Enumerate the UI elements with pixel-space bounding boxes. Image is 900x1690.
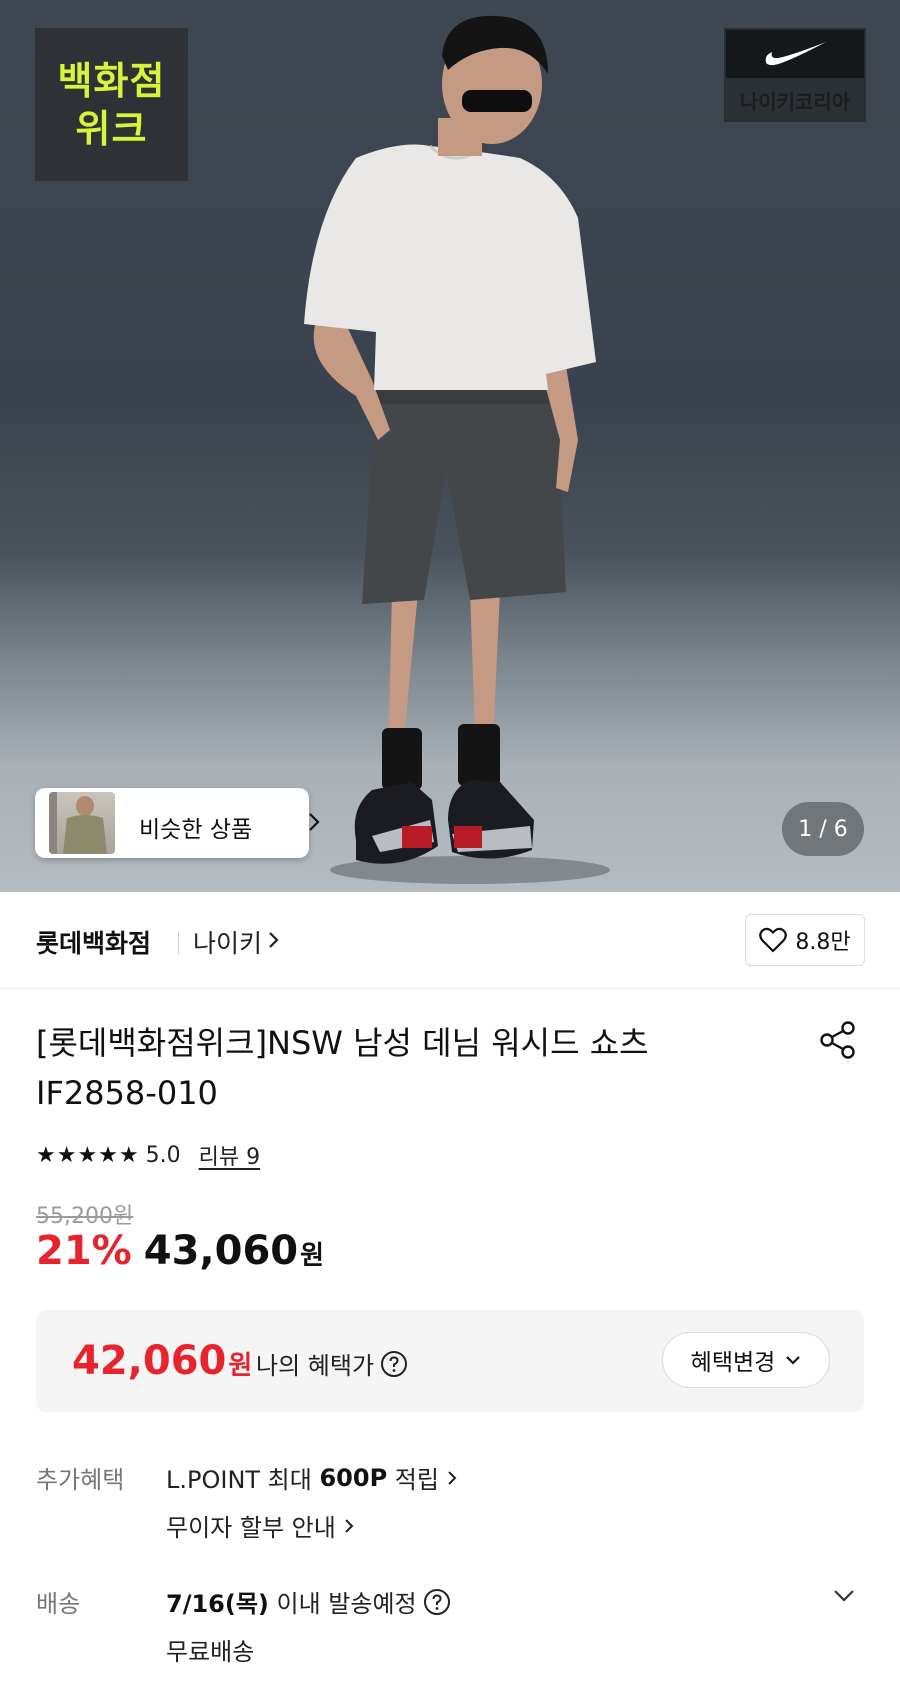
benefit-price-unit: 원 bbox=[228, 1351, 253, 1381]
benefit-change-button[interactable]: 혜택변경 bbox=[662, 1332, 830, 1388]
installment-label: 무이자 할부 안내 bbox=[166, 1514, 336, 1542]
image-counter: 1 / 6 bbox=[782, 802, 864, 856]
rating-score: 5.0 bbox=[145, 1142, 181, 1168]
product-title-line1: [롯데백화점위크]NSW 남성 데님 워시드 쇼츠 bbox=[36, 1024, 649, 1062]
event-badge-line2: 위크 bbox=[75, 106, 148, 151]
similar-product-thumbnail bbox=[49, 792, 115, 854]
free-shipping-text: 무료배송 bbox=[166, 1638, 255, 1666]
product-title: [롯데백화점위크]NSW 남성 데님 워시드 쇼츠 IF2858-010 bbox=[36, 1018, 736, 1118]
help-icon[interactable] bbox=[380, 1350, 408, 1378]
brand-logo-badge: 나이키코리아 bbox=[724, 28, 866, 122]
benefit-label-text: 나의 혜택가 bbox=[256, 1352, 375, 1380]
installment-link[interactable]: 무이자 할부 안내 bbox=[166, 1508, 354, 1543]
similar-products-label: 비슷한 상품 bbox=[139, 817, 253, 843]
chevron-down-icon bbox=[785, 1355, 801, 1365]
share-icon bbox=[820, 1021, 855, 1059]
chevron-right-icon bbox=[309, 813, 320, 831]
rating-stars: ★★★★★ bbox=[36, 1142, 140, 1168]
sale-price: 43,060 bbox=[143, 1228, 299, 1274]
chevron-right-icon bbox=[447, 1469, 457, 1487]
shipping-date: 7/16(목) 이내 발송예정 bbox=[166, 1584, 451, 1619]
benefit-price-box: 42,060 원 나의 혜택가 혜택변경 bbox=[36, 1310, 864, 1412]
benefit-price: 42,060 원 bbox=[72, 1338, 252, 1384]
shipping-date-value: 7/16(목) bbox=[166, 1590, 269, 1618]
chevron-down-icon[interactable] bbox=[832, 1588, 856, 1604]
store-divider bbox=[178, 932, 179, 954]
share-button[interactable] bbox=[818, 1020, 858, 1060]
brand-link-label: 나이키 bbox=[193, 929, 263, 958]
wishlist-count: 8.8만 bbox=[795, 930, 851, 955]
original-price: 55,200원 bbox=[36, 1204, 134, 1229]
lpoint-prefix: L.POINT 최대 bbox=[166, 1466, 320, 1494]
store-row: 롯데백화점 나이키 8.8만 bbox=[0, 892, 900, 989]
lpoint-suffix: 적립 bbox=[387, 1466, 439, 1494]
benefit-price-value: 42,060 bbox=[72, 1338, 227, 1384]
product-title-line2: IF2858-010 bbox=[36, 1074, 218, 1112]
review-link[interactable]: 리뷰 9 bbox=[199, 1139, 260, 1171]
help-icon[interactable] bbox=[423, 1588, 451, 1616]
chevron-right-icon bbox=[269, 932, 279, 948]
nike-swoosh-icon bbox=[765, 42, 826, 66]
heart-icon bbox=[759, 927, 788, 953]
sale-price-unit: 원 bbox=[300, 1241, 325, 1271]
shipping-label: 배송 bbox=[36, 1590, 81, 1618]
shipping-date-suffix: 이내 발송예정 bbox=[268, 1590, 417, 1618]
benefit-label: 나의 혜택가 bbox=[256, 1346, 408, 1381]
rating-row: ★★★★★ 5.0 리뷰 9 bbox=[36, 1139, 260, 1171]
discount-rate: 21% bbox=[36, 1228, 132, 1274]
chevron-right-icon bbox=[344, 1517, 354, 1535]
extra-benefit-label: 추가혜택 bbox=[36, 1466, 125, 1494]
similar-products-button[interactable]: 비슷한 상품 bbox=[35, 788, 320, 858]
price-line: 21% 43,060 원 bbox=[36, 1228, 324, 1274]
brand-link[interactable]: 나이키 bbox=[193, 924, 280, 960]
benefit-change-label: 혜택변경 bbox=[690, 1350, 776, 1376]
event-badge: 백화점 위크 bbox=[35, 28, 188, 181]
lpoint-amount: 600P bbox=[319, 1463, 388, 1492]
product-image-carousel[interactable]: 백화점 위크 나이키코리아 비슷한 상품 1 / 6 bbox=[0, 0, 900, 892]
store-name[interactable]: 롯데백화점 bbox=[36, 924, 151, 960]
brand-logo-text: 나이키코리아 bbox=[739, 90, 851, 114]
wishlist-button[interactable]: 8.8만 bbox=[745, 914, 865, 966]
lpoint-link[interactable]: L.POINT 최대 600P 적립 bbox=[166, 1460, 457, 1495]
event-badge-line1: 백화점 bbox=[57, 58, 166, 103]
